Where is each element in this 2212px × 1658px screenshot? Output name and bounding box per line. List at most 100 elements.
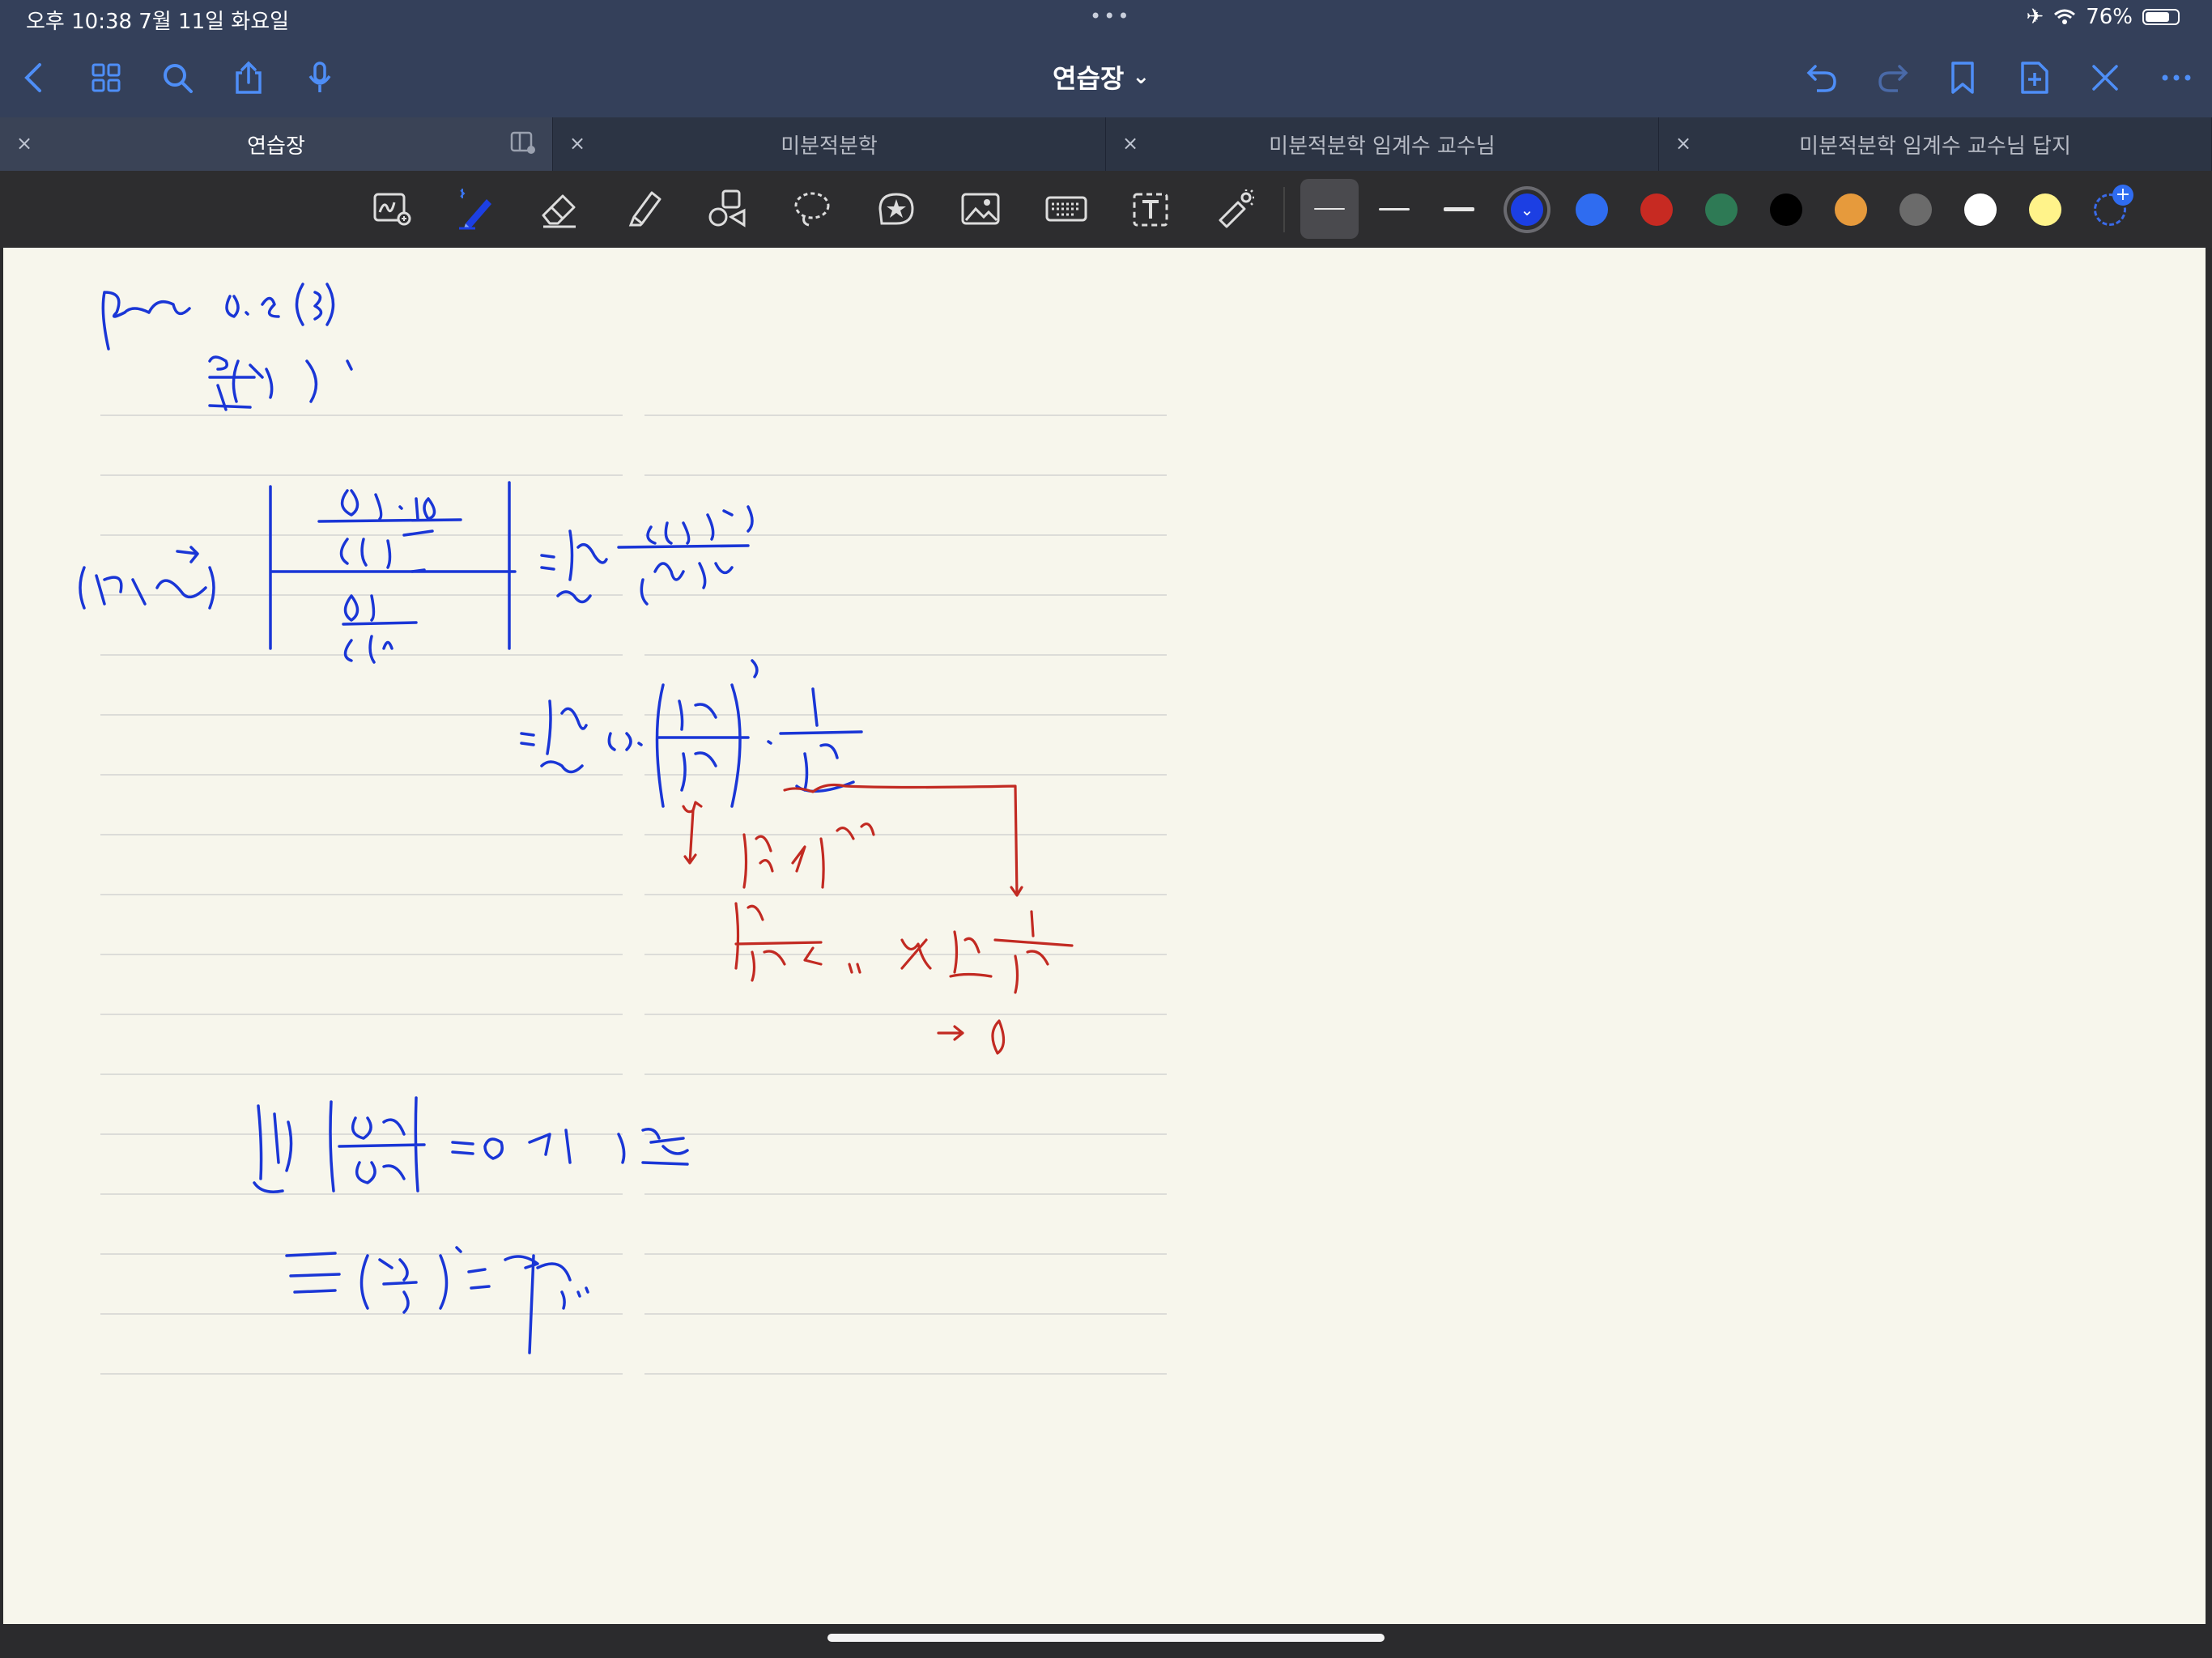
- ink-stroke: [208, 355, 353, 411]
- multitasking-dots[interactable]: •••: [1090, 5, 1131, 28]
- color-swatch-yellow[interactable]: [2029, 193, 2061, 226]
- toolbar-divider: [1283, 187, 1285, 232]
- share-icon: [236, 61, 262, 94]
- add-color-button[interactable]: +: [2094, 185, 2133, 226]
- ink-stroke: [451, 1129, 572, 1164]
- ink-stroke: [751, 659, 863, 793]
- highlighter-icon: [628, 191, 661, 227]
- home-indicator[interactable]: [827, 1634, 1385, 1642]
- pen-mode-close-button[interactable]: [2082, 55, 2128, 100]
- ink-stroke: [734, 902, 861, 982]
- chevron-down-icon: ⌄: [1132, 65, 1151, 89]
- ink-stroke: [607, 732, 643, 751]
- ink-stroke: [253, 1104, 293, 1193]
- ink-stroke: [467, 1254, 589, 1354]
- add-page-icon: [2021, 62, 2048, 94]
- ink-stroke: [937, 1019, 1006, 1055]
- search-button[interactable]: [155, 55, 200, 100]
- undo-button[interactable]: [1799, 55, 1844, 100]
- tab-close-icon[interactable]: ×: [1675, 132, 1691, 155]
- stroke-width-medium[interactable]: [1365, 179, 1423, 239]
- add-icon: +: [2112, 185, 2133, 206]
- text-box-icon: [1133, 193, 1168, 227]
- ink-stroke: [617, 1128, 689, 1166]
- grid-view-button[interactable]: [83, 55, 129, 100]
- battery-level: [2146, 12, 2169, 22]
- document-title-menu[interactable]: 연습장 ⌄: [1053, 58, 1150, 96]
- ink-stroke: [520, 699, 588, 774]
- split-view-icon[interactable]: [510, 130, 536, 155]
- search-icon: [164, 64, 193, 93]
- tab-close-icon[interactable]: ×: [16, 132, 32, 155]
- ink-stroke: [682, 801, 703, 865]
- text-box-tool[interactable]: [1125, 184, 1176, 234]
- add-page-button[interactable]: [2011, 55, 2057, 100]
- color-swatch-light-blue[interactable]: [1576, 193, 1608, 226]
- note-page[interactable]: [3, 248, 2206, 1624]
- bookmark-icon: [1951, 62, 1974, 94]
- bookmark-button[interactable]: [1940, 55, 1985, 100]
- more-options-button[interactable]: [2154, 55, 2199, 100]
- color-swatch-orange[interactable]: [1835, 193, 1867, 226]
- pen-icon: [459, 189, 491, 230]
- status-indicators: ✈ 76%: [2026, 5, 2180, 29]
- keyboard-tool[interactable]: [1041, 184, 1091, 234]
- more-icon: [2162, 74, 2191, 81]
- eraser-tool[interactable]: [534, 184, 585, 234]
- share-button[interactable]: [226, 55, 271, 100]
- color-swatch-white[interactable]: [1964, 193, 1997, 226]
- airplane-icon: ✈: [2026, 5, 2044, 29]
- tab-4[interactable]: × 미분적분학 임계수 교수님 답지: [1659, 117, 2212, 171]
- ink-stroke: [317, 518, 462, 573]
- tab-2[interactable]: × 미분적분학: [553, 117, 1106, 171]
- pen-close-icon: [2092, 65, 2118, 91]
- highlighter-tool[interactable]: [620, 184, 670, 234]
- color-swatch-blue-selected[interactable]: ⌄: [1511, 193, 1543, 226]
- stroke-width-thick[interactable]: [1430, 179, 1488, 239]
- ink-stroke: [640, 562, 734, 606]
- color-swatch-green[interactable]: [1705, 193, 1738, 226]
- color-swatch-gray[interactable]: [1899, 193, 1932, 226]
- image-tool[interactable]: [955, 184, 1006, 234]
- back-button[interactable]: [12, 55, 57, 100]
- handwriting-layer: [79, 283, 1074, 1354]
- ink-stroke: [617, 505, 754, 549]
- stroke-line: [1444, 206, 1474, 211]
- microphone-button[interactable]: [297, 55, 342, 100]
- battery-text: 76%: [2086, 5, 2133, 29]
- ink-stroke: [655, 683, 750, 808]
- eraser-icon: [542, 194, 576, 228]
- laser-pointer-tool[interactable]: [1210, 184, 1260, 234]
- tab-3[interactable]: × 미분적분학 임계수 교수님: [1106, 117, 1659, 171]
- ink-stroke: [79, 546, 215, 610]
- sticker-tool[interactable]: [871, 184, 921, 234]
- tab-close-icon[interactable]: ×: [1122, 132, 1138, 155]
- laser-pointer-icon: [1219, 189, 1254, 228]
- ink-stroke: [742, 823, 875, 889]
- document-title: 연습장: [1053, 63, 1125, 94]
- stroke-line: [1379, 207, 1410, 210]
- ink-stroke: [101, 291, 191, 351]
- tab-label: 연습장: [247, 134, 305, 159]
- zoom-box-tool[interactable]: [368, 184, 418, 234]
- color-swatch-black[interactable]: [1770, 193, 1802, 226]
- color-swatch-red[interactable]: [1640, 193, 1673, 226]
- grid-icon: [91, 63, 121, 92]
- star-sticker-icon: [878, 193, 914, 225]
- pen-tool[interactable]: [450, 184, 500, 234]
- drawing-toolbar: ⌄ +: [0, 171, 2212, 248]
- chevron-left-icon: [24, 63, 41, 92]
- tab-label: 미분적분학 임계수 교수님 답지: [1799, 134, 2071, 159]
- stroke-width-thin[interactable]: [1300, 179, 1359, 239]
- tab-close-icon[interactable]: ×: [569, 132, 585, 155]
- ink-stroke: [225, 283, 335, 326]
- lasso-tool[interactable]: [787, 184, 837, 234]
- microphone-icon: [308, 62, 331, 92]
- status-time: 오후 10:38 7월 11일 화요일: [26, 10, 290, 34]
- keyboard-icon: [1045, 196, 1087, 222]
- tab-1[interactable]: × 연습장: [0, 117, 553, 171]
- redo-button[interactable]: [1870, 55, 1916, 100]
- shapes-tool[interactable]: [703, 184, 753, 234]
- ink-stroke: [540, 529, 608, 604]
- tab-label: 미분적분학 임계수 교수님: [1269, 134, 1495, 159]
